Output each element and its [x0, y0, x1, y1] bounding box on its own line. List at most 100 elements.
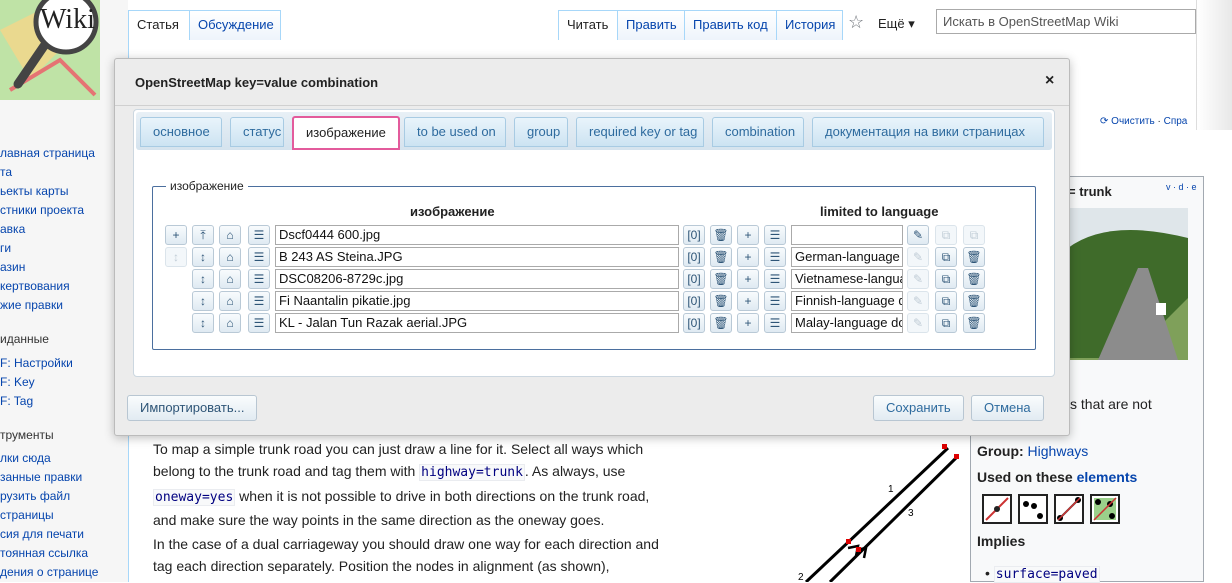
delete-icon[interactable]: 🗑 [710, 291, 732, 311]
dialog-tab[interactable]: group [514, 117, 568, 147]
import-button[interactable]: Импортировать... [127, 395, 258, 421]
delete-icon[interactable]: 🗑 [710, 313, 732, 333]
sidebar-link[interactable]: азин [0, 260, 25, 274]
dialog-tab[interactable]: изображение [292, 116, 400, 150]
language-input[interactable]: Finnish-language d [791, 291, 903, 311]
image-filename-input[interactable]: Fi Naantalin pikatie.jpg [275, 291, 679, 311]
list-icon[interactable]: ☰ [248, 269, 270, 289]
add-language-button[interactable]: + [737, 225, 759, 245]
move-row-button[interactable]: ↕ [192, 247, 214, 267]
list-icon[interactable]: ☰ [764, 247, 786, 267]
tab-edit-source[interactable]: Править код [684, 10, 777, 40]
sidebar-link[interactable]: F: Tag [0, 394, 33, 408]
dialog-tab[interactable]: required key or tag [576, 117, 704, 147]
add-row-button[interactable]: + [165, 225, 187, 245]
sidebar-link[interactable]: страницы [0, 508, 54, 522]
sidebar-link[interactable]: лки сюда [0, 451, 51, 465]
dialog-tab[interactable]: to be used on [404, 117, 506, 147]
delete-icon[interactable]: 🗑 [963, 291, 985, 311]
usage-count[interactable]: [0] [683, 269, 705, 289]
image-filename-input[interactable]: DSC08206-8729c.jpg [275, 269, 679, 289]
sidebar-link[interactable]: та [0, 165, 12, 179]
delete-icon[interactable]: 🗑 [963, 313, 985, 333]
delete-icon[interactable]: 🗑 [710, 247, 732, 267]
edit-icon[interactable]: ✎ [907, 225, 929, 245]
usage-count[interactable]: [0] [683, 247, 705, 267]
sidebar-link[interactable]: жие правки [0, 298, 63, 312]
sidebar-link[interactable]: F: Key [0, 375, 35, 389]
list-icon[interactable]: ☰ [248, 291, 270, 311]
move-row-button[interactable]: ↕ [192, 291, 214, 311]
dialog-tab[interactable]: документация на вики страницах [812, 117, 1044, 147]
list-icon[interactable]: ☰ [764, 225, 786, 245]
image-filename-input[interactable]: Dscf0444 600.jpg [275, 225, 679, 245]
code-highway-trunk[interactable]: highway=trunk [419, 464, 525, 482]
sidebar-link[interactable]: F: Настройки [0, 356, 73, 370]
language-input[interactable] [791, 225, 903, 245]
delete-icon[interactable]: 🗑 [963, 269, 985, 289]
list-icon[interactable]: ☰ [764, 313, 786, 333]
more-menu[interactable]: Ещё ▾ [878, 16, 915, 32]
sidebar-link[interactable]: занные правки [0, 470, 82, 484]
sidebar-link[interactable]: дения о странице [0, 565, 98, 579]
tab-read[interactable]: Читать [558, 10, 618, 40]
usage-count[interactable]: [0] [683, 313, 705, 333]
usage-count[interactable]: [0] [683, 225, 705, 245]
cancel-button[interactable]: Отмена [971, 395, 1044, 421]
tab-history[interactable]: История [776, 10, 843, 40]
open-link-icon[interactable]: ⧉ [935, 269, 957, 289]
infobox-vde-links[interactable]: v · d · e [1166, 182, 1197, 192]
dialog-tab[interactable]: combination [712, 117, 804, 147]
tag-icon[interactable]: ⌂ [219, 269, 241, 289]
delete-icon[interactable]: 🗑 [710, 225, 732, 245]
implies-code[interactable]: surface=paved [993, 566, 1100, 583]
list-icon[interactable]: ☰ [764, 269, 786, 289]
elements-link[interactable]: elements [1077, 469, 1138, 485]
open-link-icon[interactable]: ⧉ [935, 247, 957, 267]
search-input[interactable]: Искать в OpenStreetMap Wiki [936, 9, 1196, 34]
language-input[interactable]: German-language [791, 247, 903, 267]
list-icon[interactable]: ☰ [764, 291, 786, 311]
open-link-icon[interactable]: ⧉ [935, 291, 957, 311]
help-link[interactable]: Спра [1164, 116, 1188, 127]
sidebar-link[interactable]: стники проекта [0, 203, 84, 217]
add-language-button[interactable]: + [737, 269, 759, 289]
sidebar-link[interactable]: ги [0, 241, 11, 255]
move-row-button[interactable]: ↕ [192, 269, 214, 289]
usage-count[interactable]: [0] [683, 291, 705, 311]
move-to-top-button[interactable]: ⤒ [192, 225, 214, 245]
tab-article[interactable]: Статья [128, 10, 190, 40]
image-filename-input[interactable]: KL - Jalan Tun Razak aerial.JPG [275, 313, 679, 333]
tag-icon[interactable]: ⌂ [219, 225, 241, 245]
add-language-button[interactable]: + [737, 313, 759, 333]
infobox-photo[interactable] [1068, 208, 1188, 360]
sidebar-link[interactable]: ьекты карты [0, 184, 68, 198]
dialog-tab[interactable]: статус [230, 117, 284, 147]
tag-icon[interactable]: ⌂ [219, 313, 241, 333]
image-filename-input[interactable]: B 243 AS Steina.JPG [275, 247, 679, 267]
tag-icon[interactable]: ⌂ [219, 247, 241, 267]
group-link[interactable]: Highways [1028, 443, 1089, 459]
sidebar-link[interactable]: кертвования [0, 279, 70, 293]
list-icon[interactable]: ☰ [248, 225, 270, 245]
sidebar-link[interactable]: сия для печати [0, 527, 84, 541]
purge-link[interactable]: Очистить [1111, 116, 1155, 127]
sidebar-link[interactable]: авка [0, 222, 25, 236]
open-link-icon[interactable]: ⧉ [935, 313, 957, 333]
add-language-button[interactable]: + [737, 291, 759, 311]
save-button[interactable]: Сохранить [873, 395, 964, 421]
language-input[interactable]: Malay-language do [791, 313, 903, 333]
list-icon[interactable]: ☰ [248, 247, 270, 267]
close-icon[interactable]: × [1045, 72, 1054, 90]
sidebar-link[interactable]: лавная страница [0, 146, 95, 160]
delete-icon[interactable]: 🗑 [963, 247, 985, 267]
list-icon[interactable]: ☰ [248, 313, 270, 333]
sidebar-link[interactable]: тоянная ссылка [0, 546, 88, 560]
move-row-button[interactable]: ↕ [192, 313, 214, 333]
sidebar-link[interactable]: рузить файл [0, 489, 70, 503]
tab-discussion[interactable]: Обсуждение [189, 10, 281, 40]
language-input[interactable]: Vietnamese-langua [791, 269, 903, 289]
add-language-button[interactable]: + [737, 247, 759, 267]
watch-star-icon[interactable]: ☆ [848, 12, 864, 33]
tag-icon[interactable]: ⌂ [219, 291, 241, 311]
